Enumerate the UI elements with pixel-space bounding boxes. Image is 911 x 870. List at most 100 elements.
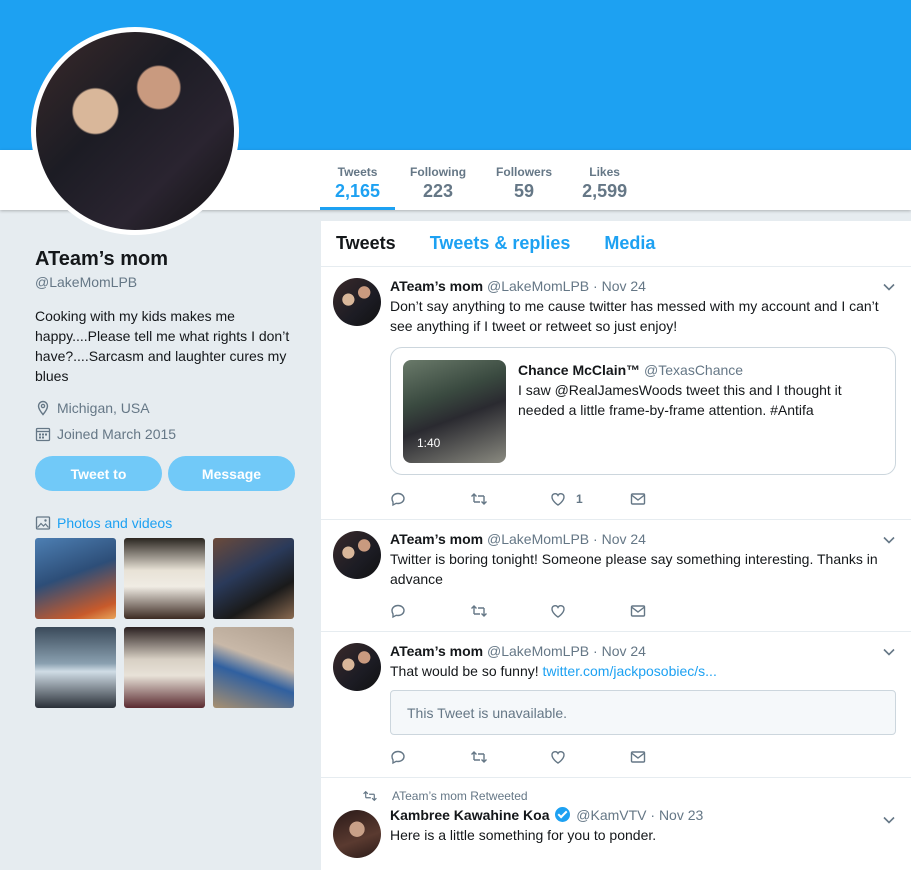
message-button[interactable]: Message [168,456,295,491]
like-action[interactable] [550,603,630,619]
retweet-icon [363,790,377,802]
tweet-avatar[interactable] [333,531,381,579]
stat-value: 2,599 [582,181,628,201]
stat-value: 59 [514,181,535,201]
heart-icon [551,605,565,618]
tweet-item[interactable]: ATeam’s mom @LakeMomLPB · Nov 24 Twitter… [321,520,911,632]
stat-label: Tweets [337,165,378,179]
like-action[interactable]: 1 [550,491,630,507]
quoted-author-name: Chance McClain™ [518,362,641,378]
video-duration: 1:40 [417,436,441,450]
retweet-action[interactable] [470,603,550,619]
photo-thumb[interactable] [124,627,205,708]
quoted-tweet[interactable]: 1:40 Chance McClain™ @TexasChance I saw … [390,347,896,475]
photo-thumb[interactable] [35,538,116,619]
profile-bio: Cooking with my kids makes me happy....P… [35,308,290,384]
reply-icon [391,492,405,507]
reply-icon [391,604,405,619]
retweet-action[interactable] [470,749,550,765]
retweet-context: ATeam’s mom Retweeted [362,789,896,803]
tweet-text-body: That would be so funny! [390,663,543,679]
chevron-down-icon[interactable] [882,813,896,827]
retweet-icon [471,605,487,617]
stat-label: Likes [589,165,620,179]
tweet-item[interactable]: ATeam’s mom Retweeted Kambree Kawahine K… [321,778,911,870]
tweet-avatar[interactable] [333,278,381,326]
envelope-icon [630,605,646,617]
tweet-header: ATeam’s mom @LakeMomLPB · Nov 24 [390,641,896,661]
retweet-icon [471,493,487,505]
stat-tweets[interactable]: Tweets 2,165 [320,160,396,210]
retweet-icon [471,751,487,763]
profile-avatar[interactable] [31,27,239,235]
tweet-to-button[interactable]: Tweet to [35,456,162,491]
message-action[interactable] [630,603,710,619]
unavailable-tweet-notice: This Tweet is unavailable. [390,690,896,735]
envelope-icon [630,493,646,505]
tweet-author-name[interactable]: ATeam’s mom [390,643,483,659]
stat-value: 223 [423,181,454,201]
reply-action[interactable] [390,603,470,619]
reply-icon [391,750,405,765]
photo-thumb[interactable] [35,627,116,708]
chevron-down-icon[interactable] [882,645,896,659]
heart-icon [551,751,565,764]
tweet-avatar[interactable] [333,810,381,858]
tweet-author-name[interactable]: ATeam’s mom [390,278,483,294]
tab-tweets[interactable]: Tweets [336,233,396,254]
tweet-text: Don’t say anything to me cause twitter h… [390,298,879,334]
tweet-header: ATeam’s mom @LakeMomLPB · Nov 24 [390,529,896,549]
tweet-author-name[interactable]: ATeam’s mom [390,531,483,547]
photos-label: Photos and videos [57,515,173,531]
tweet-avatar[interactable] [333,643,381,691]
tweet-header: ATeam’s mom @LakeMomLPB · Nov 24 [390,276,896,296]
stat-value: 2,165 [335,181,381,201]
timeline: Tweets Tweets & replies Media ATeam’s mo… [321,221,911,870]
tweet-actions: 1 [390,479,896,519]
profile-handle[interactable]: @LakeMomLPB [35,274,297,290]
tweet-meta[interactable]: @LakeMomLPB · Nov 24 [487,531,646,547]
photo-thumb[interactable] [213,627,294,708]
photo-thumb[interactable] [213,538,294,619]
retweet-action[interactable] [470,491,550,507]
image-icon [35,516,51,530]
like-action[interactable] [550,749,630,765]
photo-thumb[interactable] [124,538,205,619]
retweet-context-text[interactable]: ATeam’s mom Retweeted [392,789,528,803]
timeline-tabs: Tweets Tweets & replies Media [321,221,911,267]
envelope-icon [630,751,646,763]
location-text: Michigan, USA [57,400,150,416]
tab-media[interactable]: Media [604,233,655,254]
profile-joined: Joined March 2015 [35,426,297,442]
tweet-text: Here is a little something for you to po… [390,827,731,870]
tweet-meta[interactable]: @LakeMomLPB · Nov 24 [487,643,646,659]
profile-sidebar: ATeam’s mom @LakeMomLPB Cooking with my … [35,248,297,708]
stat-likes[interactable]: Likes 2,599 [567,160,642,210]
avatar-image [36,32,234,230]
photo-grid [35,538,297,708]
tweet-link[interactable]: twitter.com/jackposobiec/s... [543,663,717,679]
heart-icon [551,493,565,506]
location-pin-icon [37,400,49,416]
stat-following[interactable]: Following 223 [395,160,481,210]
tweet-meta[interactable]: @LakeMomLPB · Nov 24 [487,278,646,294]
reply-action[interactable] [390,491,470,507]
tweet-author-name[interactable]: Kambree Kawahine Koa [390,807,550,823]
quoted-tweet-text: I saw @RealJamesWoods tweet this and I t… [518,382,842,418]
photos-and-videos-link[interactable]: Photos and videos [35,515,297,531]
tweet-header: Kambree Kawahine Koa @KamVTV · Nov 23 [390,805,896,825]
calendar-icon [35,427,51,442]
message-action[interactable] [630,749,710,765]
tweet-item[interactable]: ATeam’s mom @LakeMomLPB · Nov 24 That wo… [321,632,911,778]
chevron-down-icon[interactable] [882,280,896,294]
tweet-meta[interactable]: @KamVTV · Nov 23 [576,807,703,823]
profile-stats: Tweets 2,165 Following 223 Followers 59 … [320,160,642,210]
quoted-tweet-body: Chance McClain™ @TexasChance I saw @Real… [518,360,888,420]
profile-name[interactable]: ATeam’s mom [35,248,297,271]
stat-followers[interactable]: Followers 59 [481,160,567,210]
message-action[interactable] [630,491,710,507]
chevron-down-icon[interactable] [882,533,896,547]
tab-tweets-and-replies[interactable]: Tweets & replies [430,233,571,254]
tweet-item[interactable]: ATeam’s mom @LakeMomLPB · Nov 24 Don’t s… [321,267,911,520]
reply-action[interactable] [390,749,470,765]
